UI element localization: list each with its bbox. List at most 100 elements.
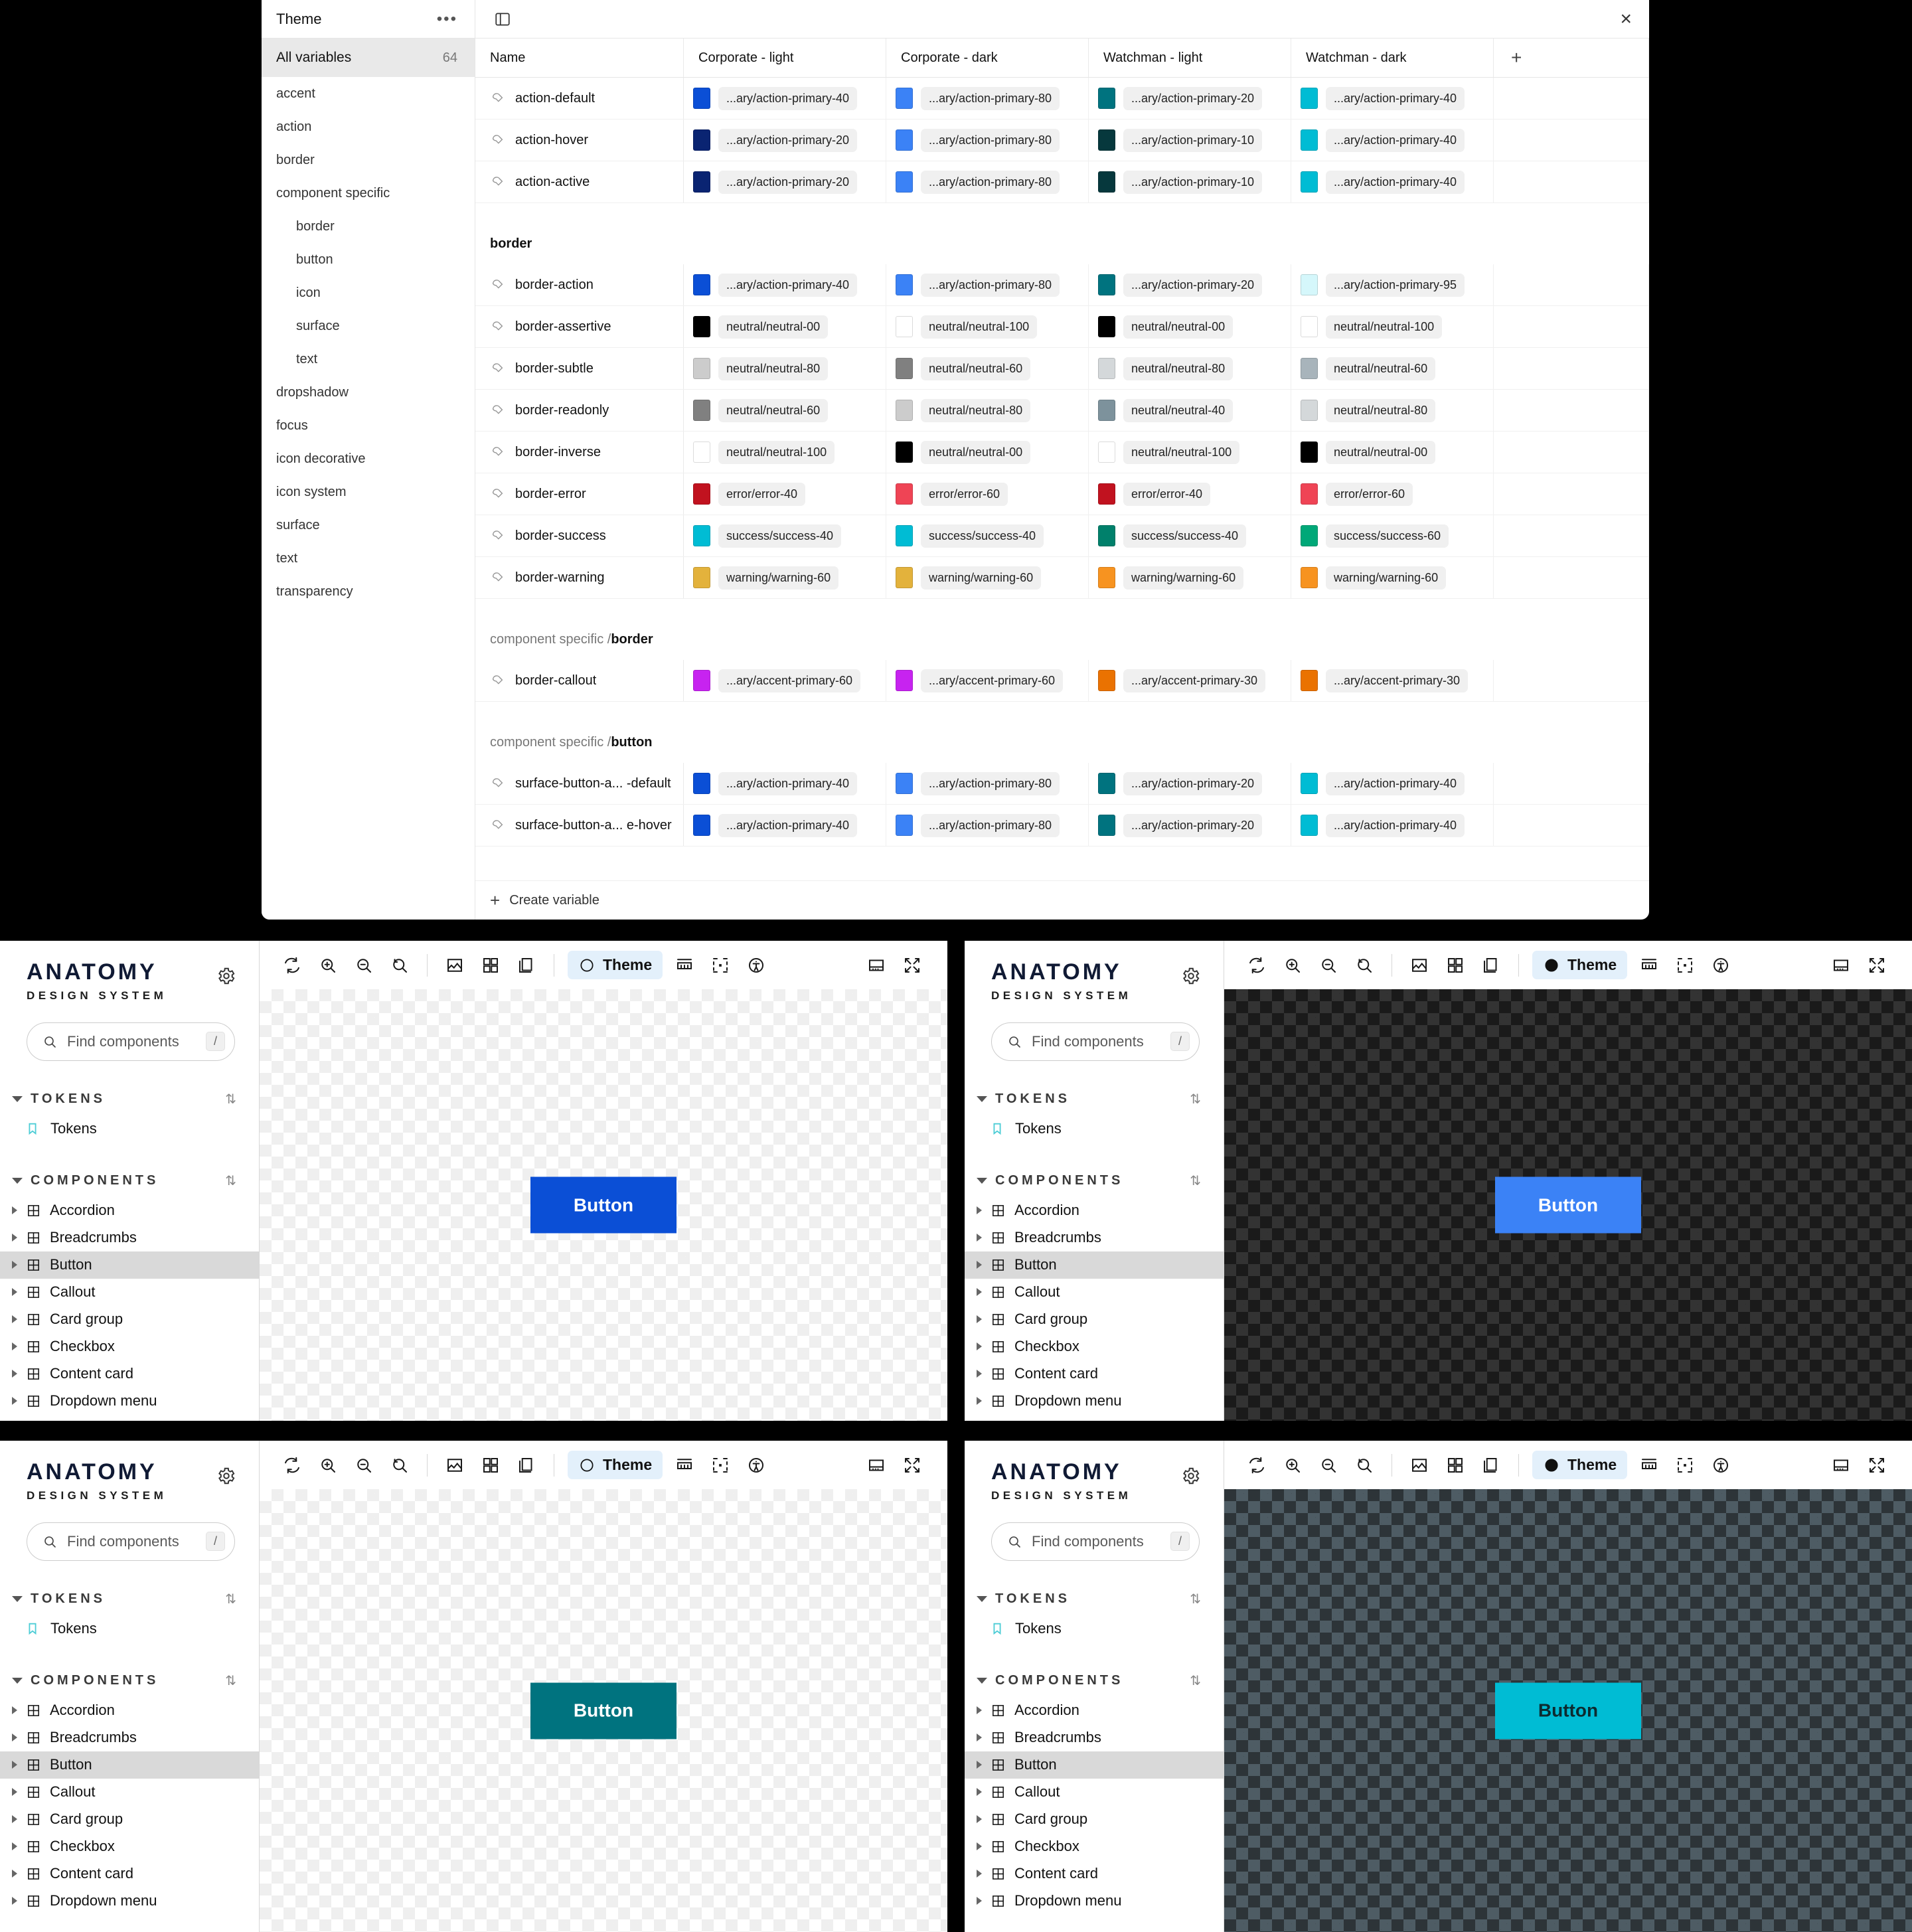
color-swatch[interactable] [896, 88, 913, 109]
zoom-in-button[interactable] [1275, 1447, 1311, 1483]
chevron-right-icon[interactable] [12, 1234, 17, 1242]
sidebar-item-card-group[interactable]: Card group [965, 1306, 1224, 1333]
image-button[interactable] [437, 947, 473, 983]
color-swatch[interactable] [1098, 129, 1115, 151]
sidebar-item-tokens[interactable]: Tokens [965, 1115, 1224, 1143]
variable-row[interactable]: border-readonly neutral/neutral-60 neutral… [475, 390, 1649, 432]
variable-value-cell[interactable]: warning/warning-60 [886, 557, 1089, 598]
variable-name-cell[interactable]: action-hover [475, 120, 684, 161]
create-variable-button[interactable]: + Create variable [475, 880, 1649, 920]
sort-icon[interactable]: ⇅ [1190, 1174, 1201, 1188]
expand-button[interactable] [1859, 947, 1895, 983]
image-button[interactable] [1401, 947, 1437, 983]
color-swatch[interactable] [1098, 483, 1115, 505]
variable-row[interactable]: border-callout ...ary/accent-primary-60..… [475, 660, 1649, 702]
color-swatch[interactable] [896, 129, 913, 151]
variable-name-cell[interactable]: border-error [475, 473, 684, 515]
sidebar-item-dropdown-menu[interactable]: Dropdown menu [0, 1388, 259, 1415]
section-header-tokens[interactable]: TOKENS ⇅ [965, 1084, 1224, 1115]
section-header-components[interactable]: COMPONENTS ⇅ [0, 1165, 259, 1197]
variable-category-item[interactable]: surface [262, 309, 475, 343]
color-swatch[interactable] [1301, 129, 1318, 151]
sidebar-item-dropdown-menu[interactable]: Dropdown menu [965, 1388, 1224, 1415]
chevron-right-icon[interactable] [977, 1842, 982, 1851]
variable-value-cell[interactable]: ...ary/action-primary-40 [1291, 763, 1494, 804]
variable-value-cell[interactable]: ...ary/action-primary-10 [1089, 120, 1291, 161]
variable-name-cell[interactable]: surface-button-a... -default [475, 763, 684, 804]
sidebar-item-dropdown-menu[interactable]: Dropdown menu [965, 1888, 1224, 1915]
expand-button[interactable] [894, 1447, 930, 1483]
settings-button[interactable] [1181, 966, 1201, 989]
section-header-tokens[interactable]: TOKENS ⇅ [0, 1583, 259, 1615]
ruler-button[interactable] [1631, 947, 1667, 983]
sidebar-item-tokens[interactable]: Tokens [965, 1615, 1224, 1643]
color-swatch[interactable] [693, 525, 710, 546]
variable-name-cell[interactable]: border-warning [475, 557, 684, 598]
preview-button[interactable]: Button [1495, 1682, 1641, 1739]
zoom-reset-button[interactable] [382, 1447, 418, 1483]
variable-value-cell[interactable]: ...ary/action-primary-40 [684, 805, 886, 846]
zoom-out-button[interactable] [346, 1447, 382, 1483]
variable-value-cell[interactable]: success/success-40 [1089, 515, 1291, 556]
chevron-right-icon[interactable] [977, 1342, 982, 1351]
variable-value-cell[interactable]: neutral/neutral-60 [684, 390, 886, 431]
color-swatch[interactable] [1098, 773, 1115, 794]
variable-value-cell[interactable]: ...ary/action-primary-10 [1089, 161, 1291, 202]
color-swatch[interactable] [1301, 400, 1318, 421]
variable-value-cell[interactable]: neutral/neutral-100 [886, 306, 1089, 347]
color-swatch[interactable] [896, 171, 913, 193]
accessibility-button[interactable] [1703, 947, 1739, 983]
variable-row[interactable]: border-warning warning/warning-60 warning/… [475, 557, 1649, 599]
variable-value-cell[interactable]: ...ary/action-primary-20 [684, 161, 886, 202]
sidebar-item-callout[interactable]: Callout [0, 1279, 259, 1306]
reload-button[interactable] [1239, 947, 1275, 983]
grid-button[interactable] [1437, 947, 1473, 983]
color-swatch[interactable] [1098, 274, 1115, 295]
copies-button[interactable] [1473, 1447, 1509, 1483]
ruler-button[interactable] [1631, 1447, 1667, 1483]
chevron-right-icon[interactable] [12, 1370, 17, 1378]
variable-row[interactable]: border-error error/error-40 error/error-60… [475, 473, 1649, 515]
ruler-button[interactable] [667, 1447, 702, 1483]
theme-toggle-button[interactable]: Theme [1532, 1451, 1628, 1479]
color-swatch[interactable] [693, 171, 710, 193]
variable-value-cell[interactable]: neutral/neutral-40 [1089, 390, 1291, 431]
zoom-out-button[interactable] [1311, 1447, 1346, 1483]
color-swatch[interactable] [896, 316, 913, 337]
variables-column-header[interactable]: Name [475, 39, 684, 77]
color-swatch[interactable] [1098, 88, 1115, 109]
color-swatch[interactable] [1301, 316, 1318, 337]
sidebar-item-tokens[interactable]: Tokens [0, 1615, 259, 1643]
variable-value-cell[interactable]: warning/warning-60 [1291, 557, 1494, 598]
variable-category-item[interactable]: icon decorative [262, 442, 475, 475]
variable-value-cell[interactable]: ...ary/action-primary-20 [1089, 763, 1291, 804]
section-header-tokens[interactable]: TOKENS ⇅ [0, 1084, 259, 1115]
variable-value-cell[interactable]: ...ary/action-primary-80 [886, 805, 1089, 846]
sidebar-item-card-group[interactable]: Card group [0, 1306, 259, 1333]
image-button[interactable] [1401, 1447, 1437, 1483]
variables-collection-tab[interactable]: Theme ••• [262, 0, 475, 38]
color-swatch[interactable] [1098, 567, 1115, 588]
variable-value-cell[interactable]: neutral/neutral-00 [684, 306, 886, 347]
sort-icon[interactable]: ⇅ [225, 1674, 236, 1688]
color-swatch[interactable] [693, 483, 710, 505]
color-swatch[interactable] [1301, 815, 1318, 836]
chevron-right-icon[interactable] [12, 1315, 17, 1324]
sidebar-item-content-card[interactable]: Content card [965, 1360, 1224, 1388]
variable-category-item[interactable]: border [262, 143, 475, 177]
color-swatch[interactable] [693, 815, 710, 836]
variable-value-cell[interactable]: neutral/neutral-60 [1291, 348, 1494, 389]
preview-button[interactable]: Button [530, 1682, 677, 1739]
variable-value-cell[interactable]: error/error-40 [684, 473, 886, 515]
sidebar-item-content-card[interactable]: Content card [0, 1860, 259, 1888]
panel-button[interactable] [1823, 947, 1859, 983]
reload-button[interactable] [274, 947, 310, 983]
variable-value-cell[interactable]: ...ary/accent-primary-60 [886, 660, 1089, 701]
zoom-out-button[interactable] [1311, 947, 1346, 983]
color-swatch[interactable] [896, 483, 913, 505]
reload-button[interactable] [274, 1447, 310, 1483]
section-header-components[interactable]: COMPONENTS ⇅ [965, 1665, 1224, 1697]
variable-value-cell[interactable]: ...ary/accent-primary-30 [1089, 660, 1291, 701]
variable-value-cell[interactable]: ...ary/action-primary-40 [1291, 161, 1494, 202]
variable-value-cell[interactable]: ...ary/action-primary-40 [1291, 78, 1494, 119]
